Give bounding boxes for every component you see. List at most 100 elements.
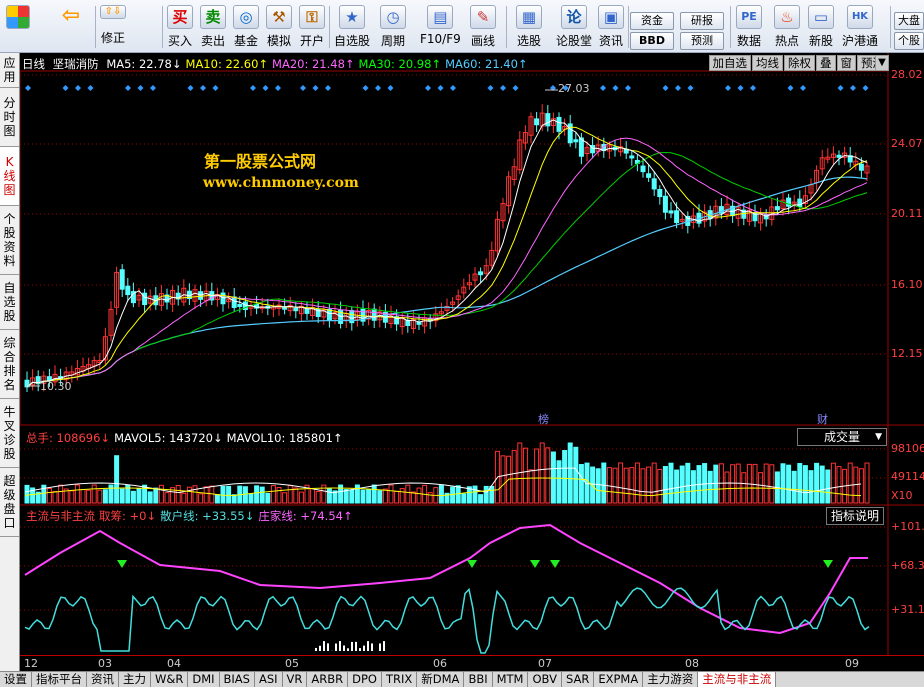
- side-tab-ranking[interactable]: 综 合 排 名: [0, 330, 19, 399]
- volume-bar: [791, 470, 797, 504]
- side-tab-kline[interactable]: K 线 图: [0, 147, 19, 206]
- bottom-tab[interactable]: 指标平台: [32, 672, 87, 687]
- bottom-tab[interactable]: BBI: [464, 672, 493, 687]
- chip-bar: [343, 645, 345, 651]
- bottom-tab[interactable]: MTM: [493, 672, 529, 687]
- event-diamond-icon: [675, 85, 681, 91]
- windows-button[interactable]: [6, 5, 30, 32]
- buy-button[interactable]: 买买入: [167, 5, 193, 49]
- bottom-tab[interactable]: 新DMA: [417, 672, 465, 687]
- add-watchlist-button[interactable]: 加自选: [708, 55, 751, 71]
- market-button[interactable]: 大盘: [894, 12, 924, 30]
- ranking-marker[interactable]: 榜: [538, 411, 549, 427]
- forecast-button[interactable]: 预测: [680, 32, 724, 50]
- side-tab-watchlist[interactable]: 自 选 股: [0, 275, 19, 330]
- x-tick: 06: [433, 657, 447, 670]
- event-diamond-icon: [137, 85, 144, 91]
- side-tab-orderbook[interactable]: 超 级 盘 口: [0, 468, 19, 537]
- ipo-label: 新股: [808, 34, 833, 48]
- bbd-button[interactable]: BBD: [630, 32, 674, 50]
- volume-tick: X10: [891, 489, 913, 502]
- ipo-icon: ▭: [808, 5, 834, 29]
- sell-button[interactable]: 卖卖出: [200, 5, 226, 49]
- refresh-button[interactable]: ⇧⇩ 修正: [100, 5, 126, 46]
- hotspot-button[interactable]: ♨ 热点: [774, 5, 800, 49]
- volume-bar: [556, 460, 562, 504]
- bottom-tab[interactable]: EXPMA: [594, 672, 644, 687]
- bottom-tab[interactable]: BIAS: [220, 672, 255, 687]
- back-button[interactable]: ⇦: [58, 5, 84, 32]
- clock-icon: ◷: [380, 5, 406, 29]
- side-tab-intraday[interactable]: 分 时 图: [0, 88, 19, 147]
- forum-button[interactable]: 论论股堂: [556, 5, 592, 49]
- bottom-tab[interactable]: DPO: [348, 672, 382, 687]
- volume-bar: [349, 489, 355, 504]
- event-diamond-icon: [200, 85, 206, 91]
- volume-bar: [483, 485, 489, 504]
- research-button[interactable]: 研报: [680, 12, 724, 30]
- dropdown-arrow-icon[interactable]: ▼: [875, 55, 889, 71]
- draw-line-button[interactable]: ✎ 画线: [470, 5, 496, 49]
- sell-label: 卖出: [200, 34, 225, 48]
- period-button[interactable]: ◷ 周期: [380, 5, 406, 49]
- financial-marker[interactable]: 财: [817, 411, 828, 427]
- candle: [651, 178, 657, 190]
- bottom-tab[interactable]: DMI: [188, 672, 220, 687]
- stock-screen-button[interactable]: ▦ 选股: [516, 5, 542, 49]
- volume-label: 总手: 108696↓: [26, 431, 111, 445]
- ipo-button[interactable]: ▭ 新股: [808, 5, 834, 49]
- side-tab-diagnosis[interactable]: 牛 叉 诊 股: [0, 399, 19, 468]
- fund-button[interactable]: ◎ 基金: [233, 5, 259, 49]
- data-button[interactable]: PE 数据: [736, 5, 762, 49]
- bottom-tab[interactable]: ASI: [255, 672, 283, 687]
- volume-bar: [640, 468, 646, 504]
- chart-canvas[interactable]: [20, 53, 924, 655]
- hk-connect-button[interactable]: HK 沪港通: [842, 5, 878, 49]
- side-tab-profile[interactable]: 个 股 资 料: [0, 206, 19, 275]
- bottom-tab[interactable]: 主力游资: [643, 672, 699, 687]
- main-toolbar: ⇦ ⇧⇩ 修正 买买入 卖卖出 ◎ 基金 ⚒ 模拟 ⚿ 开户 ★ 自选股 ◷ 周期 ▤ F10…: [0, 0, 924, 53]
- bottom-tab[interactable]: OBV: [528, 672, 562, 687]
- volume-bar: [528, 469, 534, 504]
- event-diamond-icon: [62, 85, 69, 91]
- ma-button[interactable]: 均线: [752, 55, 783, 71]
- volume-bar: [287, 484, 293, 504]
- stock-button[interactable]: 个股: [894, 32, 924, 50]
- candle: [640, 165, 646, 173]
- bottom-tab[interactable]: 设置: [0, 672, 32, 687]
- candle: [293, 307, 299, 312]
- simulate-button[interactable]: ⚒ 模拟: [266, 5, 292, 49]
- volume-bar: [203, 486, 209, 504]
- side-tab-bar: 应 用 分 时 图 K 线 图 个 股 资 料 自 选 股 综 合 排 名 牛 …: [0, 53, 20, 673]
- side-tab-apps[interactable]: 应 用: [0, 53, 19, 88]
- volume-bar: [147, 491, 153, 504]
- watermark-title: 第一股票公式网: [204, 152, 317, 171]
- overlay-button[interactable]: 叠: [816, 55, 836, 71]
- open-account-button[interactable]: ⚿ 开户: [299, 5, 325, 49]
- volume-selector[interactable]: 成交量 ▼: [797, 428, 887, 446]
- event-diamond-icon: [737, 85, 744, 91]
- bottom-tab[interactable]: TRIX: [382, 672, 418, 687]
- x-tick: 05: [285, 657, 299, 670]
- bottom-tab[interactable]: W&R: [151, 672, 189, 687]
- indicator-help-button[interactable]: 指标说明: [826, 507, 884, 525]
- bottom-tab[interactable]: 主流与非主流: [698, 672, 777, 687]
- volume-bar: [539, 442, 545, 504]
- bottom-tab[interactable]: VR: [283, 672, 308, 687]
- capital-button[interactable]: 资金: [630, 12, 674, 30]
- signal-triangle-icon: [550, 560, 560, 568]
- ex-rights-button[interactable]: 除权: [784, 55, 815, 71]
- bottom-tab[interactable]: ARBR: [307, 672, 349, 687]
- volume-bar: [399, 488, 405, 504]
- volume-bar: [371, 484, 377, 504]
- watchlist-button[interactable]: ★ 自选股: [334, 5, 370, 49]
- window-button[interactable]: 窗: [836, 55, 856, 71]
- news-button[interactable]: ▣ 资讯: [598, 5, 624, 49]
- volume-bar: [405, 484, 411, 504]
- f10-button[interactable]: ▤ F10/F9: [420, 5, 461, 46]
- volume-bar: [298, 491, 304, 504]
- bottom-tab[interactable]: 资讯: [87, 672, 119, 687]
- bottom-tab[interactable]: SAR: [562, 672, 595, 687]
- bottom-tab[interactable]: 主力: [119, 672, 151, 687]
- chart-area[interactable]: 日线 坚瑞消防 MA5: 22.78↓ MA10: 22.60↑ MA20: 21.…: [20, 53, 924, 655]
